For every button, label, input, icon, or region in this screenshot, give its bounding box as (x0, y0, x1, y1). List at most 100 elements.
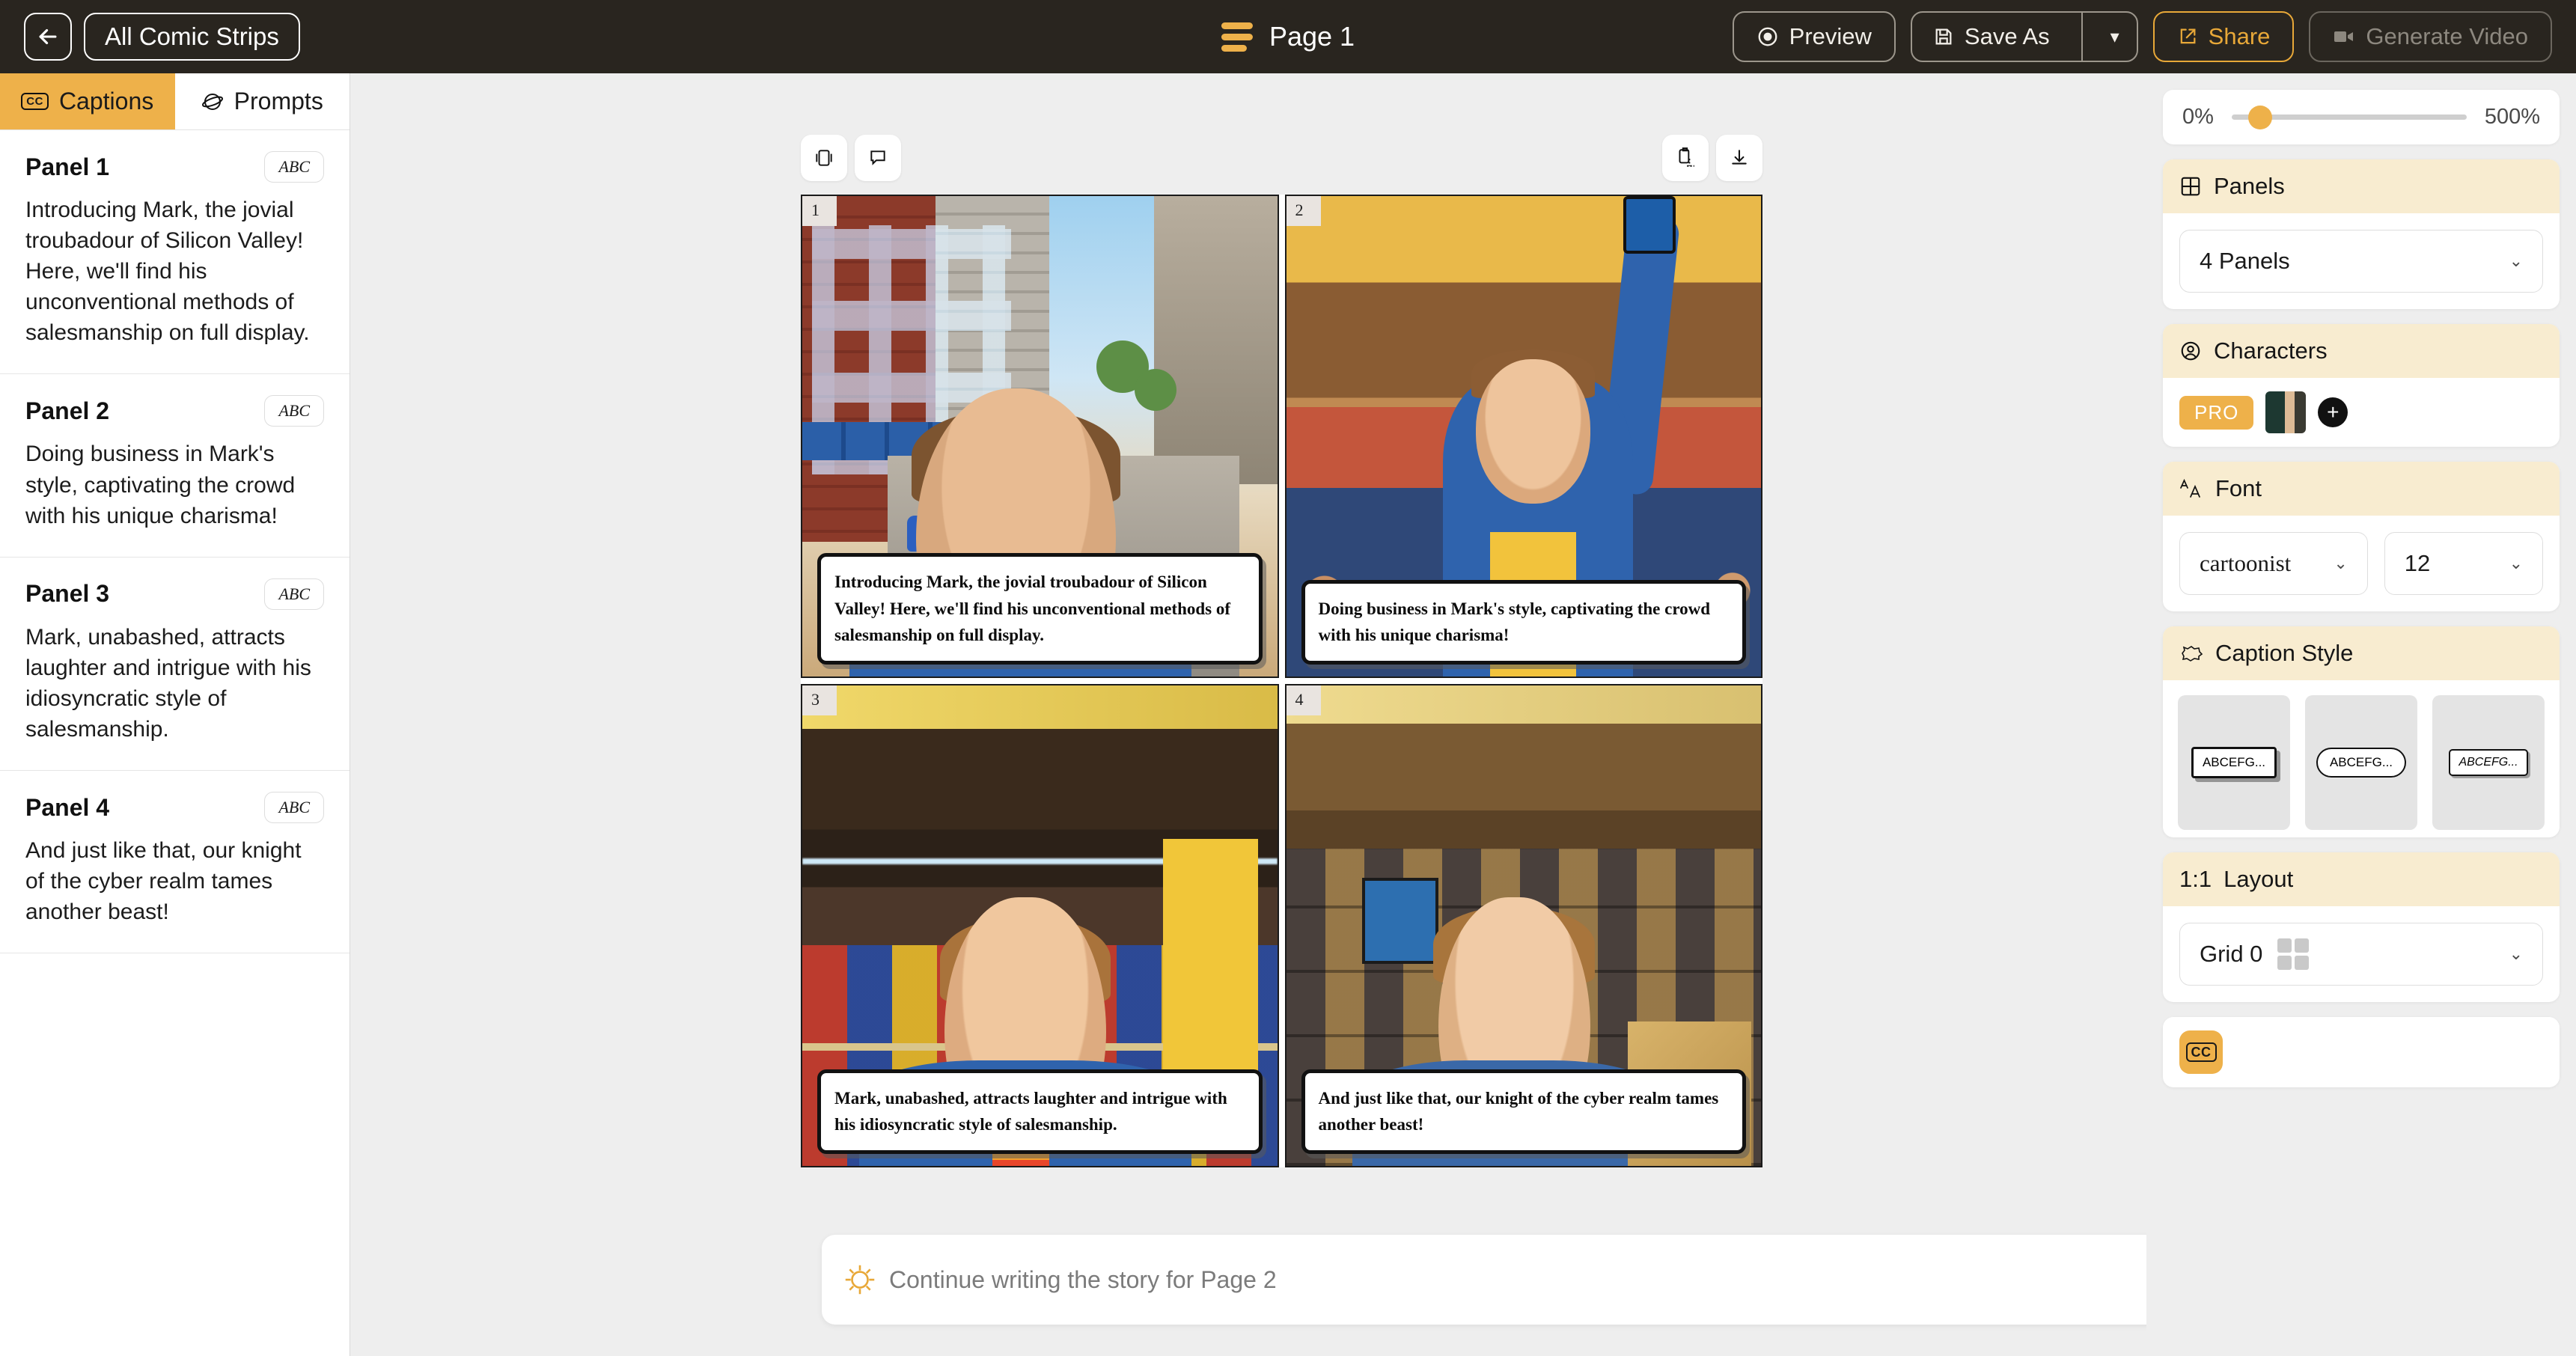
chevron-down-icon: ⌄ (2509, 554, 2523, 572)
caption-panel-item[interactable]: Panel 4 ABC And just like that, our knig… (0, 771, 350, 954)
save-disk-icon (1935, 28, 1952, 45)
caption-panel-title: Panel 2 (25, 397, 110, 424)
top-bar-right-group: Preview Save As ▾ Share Generate Video (1732, 11, 2552, 62)
caption-panel-header: Panel 1 ABC (25, 151, 324, 183)
comic-panel[interactable]: 1 Introducing Mark, the jovial troubadou… (801, 195, 1279, 678)
layout-ratio-label: 1:1 (2179, 866, 2212, 892)
panel-caption[interactable]: Mark, unabashed, attracts laughter and i… (817, 1069, 1263, 1154)
layout-select[interactable]: Grid 0 ⌄ (2179, 923, 2543, 986)
zoom-max-label: 500% (2484, 105, 2540, 129)
all-comic-strips-button[interactable]: All Comic Strips (84, 13, 300, 61)
layout-card-header: 1:1 Layout (2163, 852, 2560, 906)
save-as-button[interactable]: Save As ▾ (1910, 11, 2138, 62)
preview-button[interactable]: Preview (1732, 11, 1896, 62)
tab-prompts[interactable]: Prompts (174, 73, 350, 129)
font-family-select[interactable]: cartoonist ⌄ (2179, 532, 2368, 595)
caption-panel-text[interactable]: Doing business in Mark's style, captivat… (25, 439, 324, 531)
panel-number-badge: 2 (1286, 196, 1321, 226)
duplicate-panels-button[interactable] (801, 135, 847, 181)
left-sidebar: CC Captions Prompts Panel 1 ABC Introduc… (0, 73, 350, 1356)
panel-caption[interactable]: Doing business in Mark's style, captivat… (1301, 579, 1746, 665)
prompt-input-wrapper[interactable]: ⌃ ⌄ (822, 1235, 2256, 1325)
grid-icon (2181, 177, 2200, 196)
font-style-chip[interactable]: ABC (264, 792, 324, 824)
caption-panel-text[interactable]: Mark, unabashed, attracts laughter and i… (25, 622, 324, 745)
comic-toolbar (801, 135, 1762, 181)
download-icon (1732, 150, 1747, 165)
caption-panel-item[interactable]: Panel 3 ABC Mark, unabashed, attracts la… (0, 558, 350, 772)
font-style-chip[interactable]: ABC (264, 578, 324, 610)
save-as-dropdown-toggle[interactable]: ▾ (2093, 13, 2137, 61)
caption-panel-title: Panel 1 (25, 153, 110, 180)
generate-video-label: Generate Video (2366, 23, 2528, 49)
caption-style-grid: ABCEFG... ABCEFG... ABCEFG... (2163, 680, 2560, 837)
tab-captions[interactable]: CC Captions (0, 73, 175, 129)
sparkle-icon (845, 1265, 875, 1295)
panels-card: Panels 4 Panels ⌄ (2163, 159, 2560, 309)
chevron-down-icon: ⌄ (2509, 251, 2523, 270)
page-indicator[interactable]: Page 1 (1221, 21, 1355, 52)
caption-style-option[interactable]: ABCEFG... (2305, 695, 2417, 830)
copy-panels-icon (816, 150, 832, 166)
page-title: Page 1 (1269, 21, 1355, 52)
layout-card: 1:1 Layout Grid 0 ⌄ (2163, 852, 2560, 1002)
prompt-input[interactable] (889, 1265, 2178, 1294)
zoom-card: 0% 500% (2163, 90, 2560, 144)
generate-video-button[interactable]: Generate Video (2309, 11, 2552, 62)
panel-number-badge: 3 (802, 685, 837, 715)
panels-card-title: Panels (2214, 173, 2285, 199)
back-button[interactable] (24, 13, 72, 61)
font-size-value: 12 (2404, 550, 2431, 576)
tab-prompts-label: Prompts (234, 88, 323, 114)
share-label: Share (2208, 23, 2271, 49)
font-card: Font cartoonist ⌄ 12 ⌄ (2163, 462, 2560, 611)
speech-bubble-icon (870, 150, 885, 165)
zoom-control[interactable]: 0% 500% (2163, 90, 2560, 144)
font-style-chip[interactable]: ABC (264, 151, 324, 183)
preview-label: Preview (1789, 23, 1872, 49)
comic-strip-wrapper: 1 Introducing Mark, the jovial troubadou… (801, 135, 1762, 1167)
chevron-down-icon: ▾ (2110, 26, 2119, 47)
add-speech-bubble-button[interactable] (855, 135, 901, 181)
add-character-button[interactable]: + (2318, 397, 2348, 427)
font-card-header: Font (2163, 462, 2560, 516)
panels-count-select[interactable]: 4 Panels ⌄ (2179, 230, 2543, 293)
caption-panel-text[interactable]: And just like that, our knight of the cy… (25, 835, 324, 927)
panel-number-badge: 1 (802, 196, 837, 226)
comic-panel[interactable]: 2 Doing business in Mark's style, captiv… (1284, 195, 1762, 678)
avatar[interactable] (2265, 391, 2307, 433)
caption-panel-title: Panel 3 (25, 580, 110, 608)
video-camera-icon (2334, 31, 2354, 42)
sidebar-tabs: CC Captions Prompts (0, 73, 350, 130)
caption-style-card-header: Caption Style (2163, 626, 2560, 680)
font-style-chip[interactable]: ABC (264, 395, 324, 427)
caption-panel-item[interactable]: Panel 1 ABC Introducing Mark, the jovial… (0, 130, 350, 375)
font-family-value: cartoonist (2200, 550, 2292, 576)
cc-icon: CC (2185, 1042, 2217, 1062)
copy-to-clipboard-button[interactable] (1662, 135, 1709, 181)
comic-panel[interactable]: 3 Mark, unabashed, attracts laughter and… (801, 684, 1279, 1167)
caption-style-option[interactable]: ABCEFG... (2432, 695, 2545, 830)
panel-caption[interactable]: Introducing Mark, the jovial troubadour … (817, 553, 1263, 665)
download-button[interactable] (1716, 135, 1762, 181)
grid-2x2-icon (2277, 938, 2310, 970)
caption-panel-item[interactable]: Panel 2 ABC Doing business in Mark's sty… (0, 374, 350, 558)
font-size-select[interactable]: 12 ⌄ (2384, 532, 2543, 595)
cc-card-body: CC (2163, 1017, 2560, 1087)
zoom-min-label: 0% (2182, 105, 2214, 129)
caption-style-option[interactable]: ABCEFG... (2178, 695, 2290, 830)
toggle-captions-button[interactable]: CC (2179, 1030, 2223, 1074)
panels-count-value: 4 Panels (2200, 248, 2290, 274)
share-button[interactable]: Share (2152, 11, 2295, 62)
hamburger-icon[interactable] (1221, 22, 1253, 52)
zoom-slider[interactable] (2231, 105, 2467, 129)
zoom-slider-thumb[interactable] (2247, 105, 2272, 129)
comic-grid: 1 Introducing Mark, the jovial troubadou… (801, 195, 1762, 1167)
comic-panel[interactable]: 4 And just like that, our knight of the … (1284, 684, 1762, 1167)
panel-caption[interactable]: And just like that, our knight of the cy… (1301, 1069, 1746, 1154)
save-as-main[interactable]: Save As (1912, 13, 2071, 61)
font-card-title: Font (2215, 475, 2262, 501)
caption-panel-text[interactable]: Introducing Mark, the jovial troubadour … (25, 195, 324, 348)
caption-style-preview: ABCEFG... (2316, 748, 2407, 778)
clipboard-icon (1679, 147, 1694, 167)
